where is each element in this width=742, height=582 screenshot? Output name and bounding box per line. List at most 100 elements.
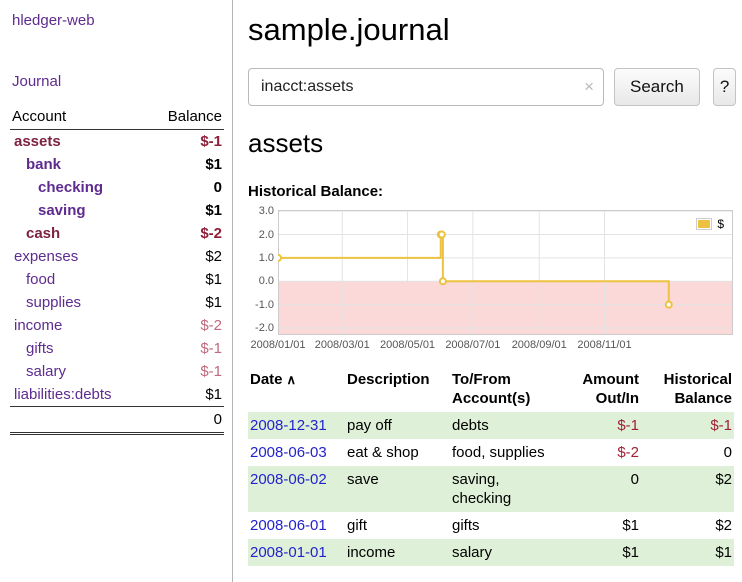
transaction-amount: $1 bbox=[566, 512, 641, 539]
search-bar: × Search ? bbox=[248, 68, 734, 106]
accounts-header-row: Account Balance bbox=[10, 106, 224, 130]
transaction-row: 2008-01-01 income salary $1 $1 bbox=[248, 539, 734, 566]
transaction-row: 2008-06-03 eat & shop food, supplies $-2… bbox=[248, 439, 734, 466]
account-balance: $-2 bbox=[146, 314, 224, 337]
sidebar-account-food[interactable]: food bbox=[26, 271, 55, 288]
y-tick-label: 2.0 bbox=[248, 229, 274, 241]
y-tick-label: 3.0 bbox=[248, 205, 274, 217]
transaction-balance: 0 bbox=[641, 439, 734, 466]
transaction-date-link[interactable]: 2008-06-03 bbox=[250, 444, 327, 461]
x-tick-label: 2008/05/01 bbox=[373, 339, 443, 351]
account-row: supplies $1 bbox=[10, 291, 224, 314]
account-balance: $1 bbox=[146, 268, 224, 291]
sidebar-account-checking[interactable]: checking bbox=[38, 179, 103, 196]
x-tick-label: 2008/11/01 bbox=[570, 339, 640, 351]
accounts-header-account: Account bbox=[10, 106, 146, 130]
sort-ascending-icon: ∧ bbox=[287, 372, 297, 387]
transaction-date-link[interactable]: 2008-12-31 bbox=[250, 417, 327, 434]
sidebar-account-gifts[interactable]: gifts bbox=[26, 340, 54, 357]
chart-canvas bbox=[278, 210, 733, 335]
transaction-accounts: gifts bbox=[450, 512, 566, 539]
help-button[interactable]: ? bbox=[713, 68, 736, 106]
transaction-description: income bbox=[345, 539, 450, 566]
transaction-description: eat & shop bbox=[345, 439, 450, 466]
account-row: cash $-2 bbox=[10, 222, 224, 245]
transaction-balance: $-1 bbox=[641, 412, 734, 439]
accounts-header-balance: Balance bbox=[146, 106, 224, 130]
transaction-row: 2008-06-01 gift gifts $1 $2 bbox=[248, 512, 734, 539]
transaction-row: 2008-06-02 save saving, checking 0 $2 bbox=[248, 466, 734, 512]
account-balance: $1 bbox=[146, 383, 224, 407]
account-row: income $-2 bbox=[10, 314, 224, 337]
account-balance: $1 bbox=[146, 199, 224, 222]
sidebar-account-bank[interactable]: bank bbox=[26, 156, 61, 173]
section-title: assets bbox=[248, 128, 734, 159]
search-button[interactable]: Search bbox=[614, 68, 700, 106]
sidebar-account-expenses[interactable]: expenses bbox=[14, 248, 78, 265]
main-content: sample.journal × Search ? assets Histori… bbox=[234, 0, 742, 566]
y-tick-label: 1.0 bbox=[248, 252, 274, 264]
chart: $ 3.02.01.00.0-1.0-2.02008/01/012008/03/… bbox=[248, 206, 734, 356]
accounts-table: Account Balance assets $-1 bank $1 check… bbox=[10, 106, 224, 435]
sidebar-account-liabilities-debts[interactable]: liabilities:debts bbox=[14, 386, 112, 403]
account-balance: $2 bbox=[146, 245, 224, 268]
search-input[interactable] bbox=[248, 68, 604, 106]
account-balance: 0 bbox=[146, 176, 224, 199]
transaction-balance: $2 bbox=[641, 466, 734, 512]
page-title: sample.journal bbox=[248, 12, 734, 48]
account-row: liabilities:debts $1 bbox=[10, 383, 224, 407]
x-tick-label: 2008/03/01 bbox=[307, 339, 377, 351]
account-balance: $1 bbox=[146, 153, 224, 176]
chart-legend: $ bbox=[691, 215, 729, 233]
account-row: bank $1 bbox=[10, 153, 224, 176]
transaction-amount: 0 bbox=[566, 466, 641, 512]
sidebar-account-supplies[interactable]: supplies bbox=[26, 294, 81, 311]
transaction-balance: $1 bbox=[641, 539, 734, 566]
transaction-row: 2008-12-31 pay off debts $-1 $-1 bbox=[248, 412, 734, 439]
transaction-description: pay off bbox=[345, 412, 450, 439]
transaction-accounts: salary bbox=[450, 539, 566, 566]
register-header-accounts: To/From Account(s) bbox=[450, 368, 566, 412]
register-header-description: Description bbox=[345, 368, 450, 412]
transaction-amount: $-2 bbox=[566, 439, 641, 466]
account-row: expenses $2 bbox=[10, 245, 224, 268]
account-row: assets $-1 bbox=[10, 130, 224, 154]
y-tick-label: 0.0 bbox=[248, 275, 274, 287]
legend-swatch-fill bbox=[698, 220, 710, 228]
transaction-amount: $-1 bbox=[566, 412, 641, 439]
register-header-amount: Amount Out/In bbox=[566, 368, 641, 412]
account-row: saving $1 bbox=[10, 199, 224, 222]
account-balance: $-1 bbox=[146, 130, 224, 154]
account-balance: $-1 bbox=[146, 337, 224, 360]
y-tick-label: -1.0 bbox=[248, 299, 274, 311]
account-row: food $1 bbox=[10, 268, 224, 291]
register-header-balance: Historical Balance bbox=[641, 368, 734, 412]
legend-label: $ bbox=[717, 217, 724, 231]
sidebar: hledger-web Journal Account Balance asse… bbox=[0, 0, 233, 582]
sidebar-account-saving[interactable]: saving bbox=[38, 202, 86, 219]
y-tick-label: -2.0 bbox=[248, 322, 274, 334]
transaction-date-link[interactable]: 2008-06-01 bbox=[250, 517, 327, 534]
account-balance: $-1 bbox=[146, 360, 224, 383]
transaction-date-link[interactable]: 2008-01-01 bbox=[250, 544, 327, 561]
legend-swatch bbox=[696, 218, 712, 230]
sidebar-item-journal[interactable]: Journal bbox=[12, 73, 224, 90]
account-row: salary $-1 bbox=[10, 360, 224, 383]
sidebar-account-income[interactable]: income bbox=[14, 317, 62, 334]
accounts-total-value: 0 bbox=[146, 407, 224, 434]
account-row: gifts $-1 bbox=[10, 337, 224, 360]
transaction-amount: $1 bbox=[566, 539, 641, 566]
sidebar-account-assets[interactable]: assets bbox=[14, 133, 61, 150]
accounts-total-row: 0 bbox=[10, 407, 224, 434]
sidebar-account-salary[interactable]: salary bbox=[26, 363, 66, 380]
clear-search-icon[interactable]: × bbox=[584, 77, 594, 97]
x-tick-label: 2008/09/01 bbox=[504, 339, 574, 351]
transaction-date-link[interactable]: 2008-06-02 bbox=[250, 471, 327, 488]
sidebar-account-cash[interactable]: cash bbox=[26, 225, 60, 242]
transaction-accounts: food, supplies bbox=[450, 439, 566, 466]
search-box: × bbox=[248, 68, 604, 106]
register-header-date[interactable]: Date∧ bbox=[248, 368, 345, 412]
x-tick-label: 2008/07/01 bbox=[438, 339, 508, 351]
account-balance: $-2 bbox=[146, 222, 224, 245]
app-title-link[interactable]: hledger-web bbox=[12, 12, 224, 29]
